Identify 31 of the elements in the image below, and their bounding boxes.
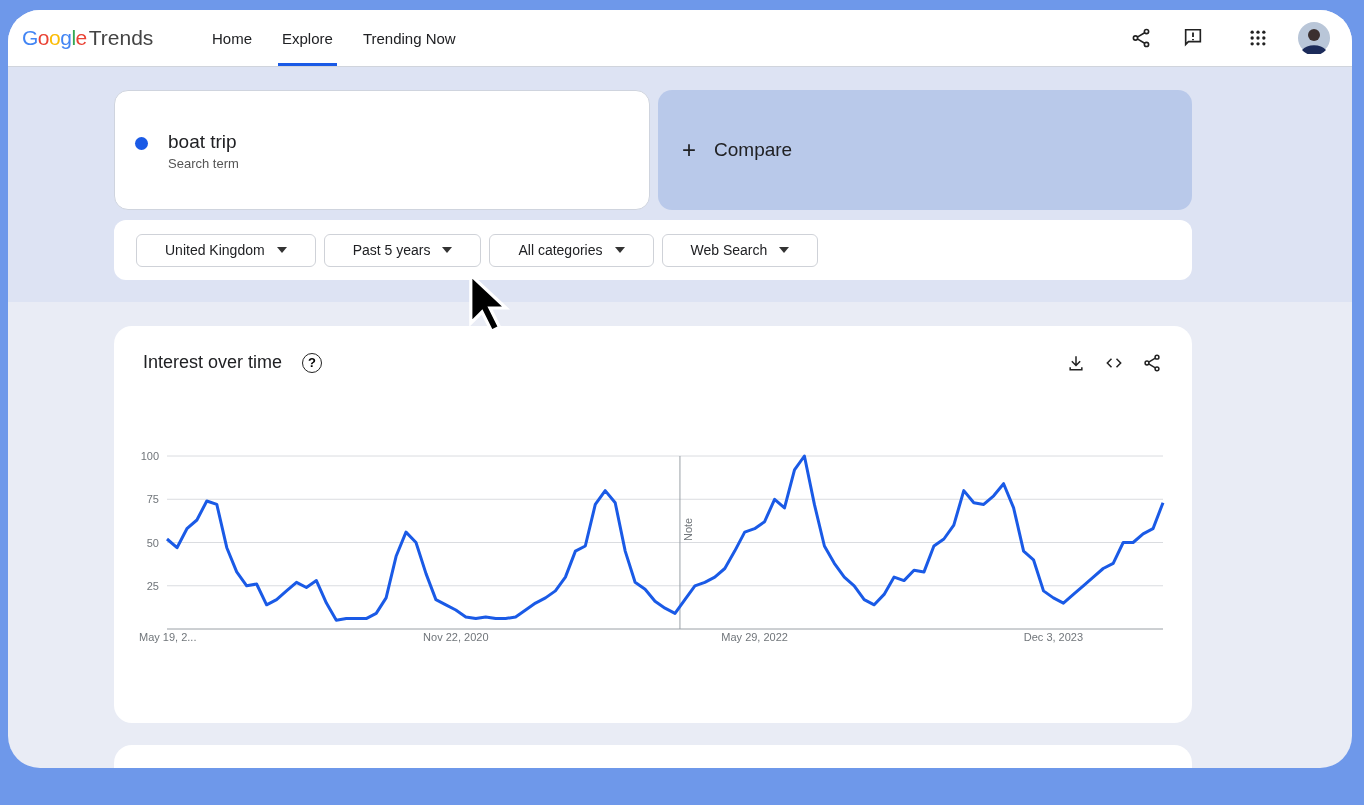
help-button[interactable]: ?: [302, 352, 323, 373]
logo[interactable]: GoogleTrends: [22, 26, 208, 50]
caret-icon: [442, 247, 453, 253]
y-tick-label: 50: [146, 536, 159, 549]
y-tick-label: 75: [146, 493, 159, 506]
caret-icon: [779, 247, 790, 253]
nav-tab[interactable]: Home: [208, 10, 256, 66]
apps-icon[interactable]: [1248, 28, 1268, 48]
y-tick-label: 25: [146, 579, 159, 592]
x-tick-label: Nov 22, 2020: [423, 631, 489, 643]
search-term: boat trip: [168, 131, 238, 153]
search-term-card[interactable]: boat trip Search term: [114, 90, 650, 210]
feedback-icon[interactable]: [1182, 27, 1204, 49]
note-label: Note: [681, 517, 694, 541]
search-term-caption: Search term: [168, 156, 239, 171]
compare-button[interactable]: + Compare: [658, 90, 1192, 210]
x-tick-label: Dec 3, 2023: [1023, 631, 1084, 643]
filter-dropdown[interactable]: All categories: [489, 233, 654, 267]
caret-icon: [614, 247, 625, 253]
filter-dropdown[interactable]: Past 5 years: [323, 233, 482, 267]
y-tick-label: 100: [140, 450, 159, 462]
share-icon[interactable]: [1142, 352, 1162, 373]
share-icon[interactable]: [1130, 27, 1152, 49]
filter-dropdown[interactable]: United Kingdom: [136, 233, 316, 267]
avatar-icon[interactable]: [1298, 22, 1330, 54]
x-tick-label: May 19, 2...: [139, 631, 197, 643]
x-tick-label: May 29, 2022: [721, 631, 788, 643]
caret-icon: [276, 247, 287, 253]
nav-tab[interactable]: Trending Now: [358, 10, 460, 66]
chart-title: Interest over time: [143, 352, 283, 373]
filter-dropdown[interactable]: Web Search: [661, 233, 819, 267]
